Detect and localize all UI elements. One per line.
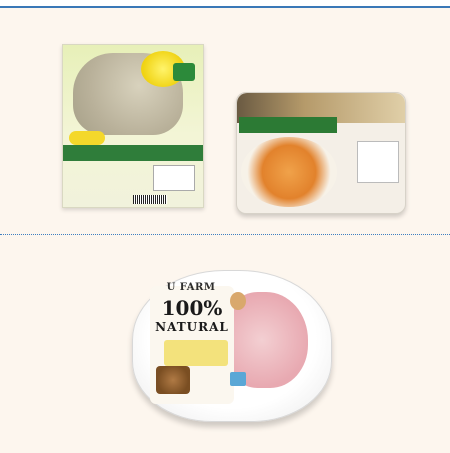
yellow-tag (164, 340, 228, 366)
section-divider (0, 234, 450, 235)
nutrition-label (153, 165, 195, 191)
product-title-band (63, 145, 203, 161)
product-food-image (241, 137, 337, 207)
product-title-band (239, 117, 337, 133)
product-package-square[interactable] (62, 44, 204, 208)
green-badge-icon (173, 63, 195, 81)
blue-badge-icon (230, 372, 246, 386)
product-package-tray[interactable] (236, 92, 406, 214)
brand-name: U FARM (166, 282, 216, 293)
barcode-icon (133, 195, 167, 204)
product-package-round-tray[interactable]: U FARM 100% NATURAL (132, 270, 332, 422)
spice-image (156, 366, 190, 394)
headline-percent: 100% (161, 296, 223, 320)
brand-logo (69, 131, 105, 145)
nutrition-label (357, 141, 399, 183)
seal-icon (230, 292, 246, 310)
product-panel: U FARM 100% NATURAL (0, 6, 450, 453)
headline-natural: NATURAL (155, 320, 229, 334)
